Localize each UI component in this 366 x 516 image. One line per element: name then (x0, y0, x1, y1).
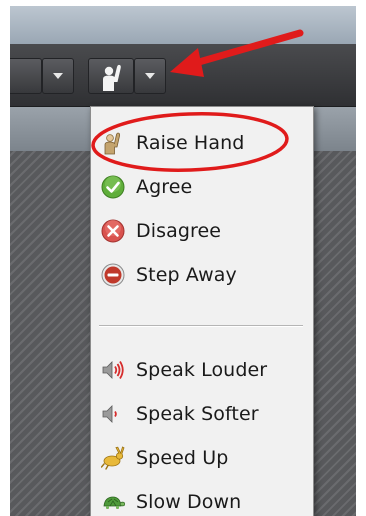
highlight-circle (91, 112, 289, 172)
pointer-arrow-icon (170, 29, 304, 77)
annotation-overlay (91, 29, 304, 172)
